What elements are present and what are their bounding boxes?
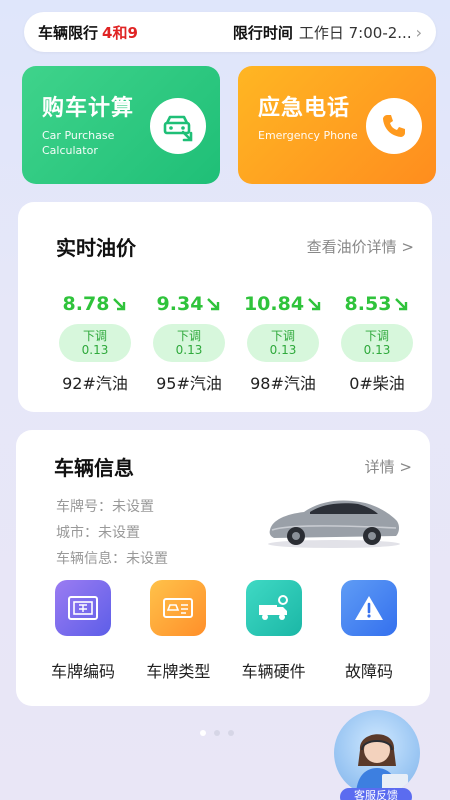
oil-price-value: 10.84 bbox=[243, 293, 305, 315]
restriction-numbers: 4和9 bbox=[102, 23, 138, 42]
plate-number-text: 车牌号：未设置 bbox=[56, 499, 154, 515]
oil-price-title: 实时油价 bbox=[56, 236, 136, 260]
restriction-time-label: 限行时间 bbox=[232, 23, 293, 42]
oil-price-row: 9.34 bbox=[157, 290, 222, 318]
restriction-label-group: 车辆限行 4和9 bbox=[38, 22, 138, 43]
oil-price-card: 实时油价 查看油价详情 > 8.78 下调 0.13 92#汽油 9.34 下调… bbox=[18, 202, 432, 412]
oil-price-row: 8.53 bbox=[345, 290, 410, 318]
restriction-time-value: 工作日 7:00-2... bbox=[298, 23, 412, 42]
oil-type-name: 92#汽油 bbox=[62, 374, 128, 393]
oil-price-item[interactable]: 8.78 下调 0.13 92#汽油 bbox=[48, 290, 142, 394]
vehicle-info-text: 车辆信息：未设置 bbox=[56, 551, 168, 567]
tool-label: 故障码 bbox=[344, 662, 393, 681]
vehicle-hardware-icon bbox=[245, 580, 302, 636]
tool-vehicle-hardware[interactable]: 车辆硬件 bbox=[229, 580, 319, 682]
oil-price-item[interactable]: 9.34 下调 0.13 95#汽油 bbox=[142, 290, 236, 394]
tool-label: 车牌编码 bbox=[50, 662, 115, 681]
agent-avatar-icon bbox=[356, 734, 408, 796]
oil-price-details-link[interactable]: 查看油价详情 > bbox=[307, 236, 414, 257]
oil-trend: 下调 bbox=[364, 329, 389, 343]
oil-change-badge: 下调 0.13 bbox=[153, 324, 225, 362]
vehicle-tools: 车牌编码 车牌类型 车辆硬件 故障码 bbox=[38, 580, 414, 682]
home-screen: 车辆限行 4和9 限行时间 工作日 7:00-2... › 购车计算 Car Pu… bbox=[0, 0, 450, 800]
arrow-down-icon bbox=[207, 298, 220, 311]
license-plate-icon bbox=[55, 580, 111, 636]
arrow-down-icon bbox=[395, 298, 408, 311]
oil-change-badge: 下调 0.13 bbox=[247, 324, 319, 362]
car-purchase-calculator-card[interactable]: 购车计算 Car Purchase Calculator bbox=[22, 66, 220, 184]
oil-price-row: 8.78 bbox=[63, 290, 128, 318]
tool-plate-type[interactable]: 车牌类型 bbox=[133, 580, 223, 682]
oil-change: 0.13 bbox=[269, 343, 297, 357]
arrow-down-icon bbox=[113, 298, 126, 311]
oil-type-name: 98#汽油 bbox=[250, 374, 316, 393]
oil-price-value: 8.53 bbox=[344, 293, 392, 315]
restriction-bar[interactable]: 车辆限行 4和9 限行时间 工作日 7:00-2... › bbox=[24, 12, 436, 52]
oil-change: 0.13 bbox=[175, 343, 203, 357]
oil-price-value: 9.34 bbox=[156, 293, 204, 315]
oil-type-name: 0#柴油 bbox=[349, 374, 405, 393]
vehicle-details-link[interactable]: 详情 > bbox=[365, 456, 412, 477]
car-calculator-icon bbox=[150, 98, 206, 154]
warning-icon bbox=[340, 580, 397, 636]
vehicle-info-title: 车辆信息 bbox=[54, 456, 134, 480]
oil-change-badge: 下调 0.13 bbox=[59, 324, 131, 362]
page-dot[interactable] bbox=[214, 730, 220, 736]
customer-service-avatar[interactable] bbox=[334, 710, 420, 796]
oil-price-value: 8.78 bbox=[62, 293, 110, 315]
oil-price-item[interactable]: 10.84 下调 0.13 98#汽油 bbox=[236, 290, 330, 394]
oil-price-item[interactable]: 8.53 下调 0.13 0#柴油 bbox=[330, 290, 424, 394]
phone-icon bbox=[366, 98, 422, 154]
emergency-phone-card[interactable]: 应急电话 Emergency Phone bbox=[238, 66, 436, 184]
vehicle-info-list: 车牌号：未设置 城市：未设置 车辆信息：未设置 bbox=[56, 494, 168, 572]
oil-type-name: 95#汽油 bbox=[156, 374, 222, 393]
page-dot-active[interactable] bbox=[200, 730, 206, 736]
oil-price-list: 8.78 下调 0.13 92#汽油 9.34 下调 0.13 95#汽油 10… bbox=[48, 290, 428, 394]
oil-price-row: 10.84 bbox=[244, 290, 322, 318]
customer-feedback-label[interactable]: 客服反馈 bbox=[340, 788, 412, 800]
oil-change: 0.13 bbox=[363, 343, 391, 357]
oil-trend: 下调 bbox=[270, 329, 295, 343]
oil-trend: 下调 bbox=[176, 329, 201, 343]
restriction-label: 车辆限行 bbox=[38, 23, 99, 42]
page-indicator bbox=[200, 730, 234, 736]
oil-change-badge: 下调 0.13 bbox=[341, 324, 413, 362]
chevron-right-icon: › bbox=[415, 22, 422, 42]
tool-label: 车辆硬件 bbox=[241, 662, 306, 681]
vehicle-info-card: 车辆信息 详情 > 车牌号：未设置 城市：未设置 车辆信息：未设置 车牌编码 车… bbox=[16, 430, 430, 706]
page-dot[interactable] bbox=[228, 730, 234, 736]
arrow-down-icon bbox=[308, 298, 321, 311]
car-image bbox=[268, 500, 400, 548]
oil-change: 0.13 bbox=[81, 343, 109, 357]
tool-label: 车牌类型 bbox=[146, 662, 211, 681]
tool-plate-code[interactable]: 车牌编码 bbox=[38, 580, 128, 682]
tool-fault-code[interactable]: 故障码 bbox=[324, 580, 414, 682]
city-text: 城市：未设置 bbox=[56, 525, 140, 541]
plate-type-icon bbox=[150, 580, 207, 636]
restriction-time-group: 限行时间 工作日 7:00-2... › bbox=[233, 22, 422, 43]
oil-trend: 下调 bbox=[82, 329, 107, 343]
